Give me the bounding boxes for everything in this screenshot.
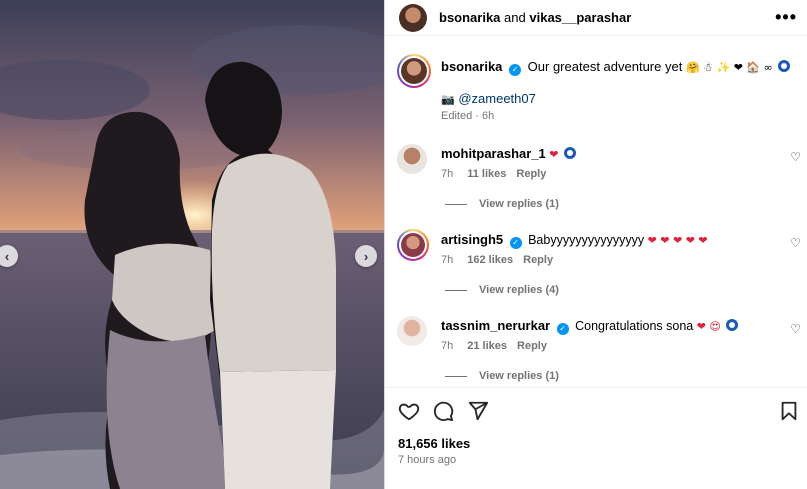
caption-line: bsonarika ✓ Our greatest adventure yet 🤗… <box>441 59 791 76</box>
commenter-avatar[interactable] <box>397 144 427 174</box>
comment-likes[interactable]: 21 likes <box>467 340 507 352</box>
commenter-username[interactable]: tassnim_nerurkar <box>441 318 550 333</box>
comment-text: mohitparashar_1 ❤ <box>441 146 576 161</box>
commenter-avatar[interactable] <box>397 316 427 346</box>
post-dialog: ‹ › bsonarika and vikas__parashar ••• bs… <box>0 0 807 489</box>
caption-username[interactable]: bsonarika <box>441 59 502 74</box>
post-actions: 81,656 likes 7 hours ago <box>385 387 807 489</box>
heart-icon[interactable] <box>398 400 420 422</box>
like-comment-heart-icon[interactable]: ♡ <box>790 150 801 164</box>
post-photo[interactable]: ‹ › <box>0 0 384 489</box>
post-authors: bsonarika and vikas__parashar <box>439 10 631 25</box>
caption-emojis: 🤗 ☃ ✨ ❤ 🏠 ∞ <box>685 61 773 74</box>
evil-eye-icon <box>563 147 576 159</box>
replies-line <box>445 289 467 291</box>
comment-time: 7h <box>441 340 454 352</box>
comment-body: Babyyyyyyyyyyyyyyy <box>528 233 645 247</box>
author-avatar[interactable] <box>399 4 427 32</box>
view-replies-button[interactable]: View replies (1) <box>445 370 559 382</box>
reply-button[interactable]: Reply <box>523 254 553 266</box>
evil-eye-icon <box>726 319 739 331</box>
comment-emojis: ❤ 😍 <box>696 320 721 333</box>
sunset-couple-image <box>0 0 384 489</box>
authors-joiner: and <box>504 10 526 25</box>
caption-credit: 📷 @zameeth07 <box>441 91 536 106</box>
replies-line <box>445 375 467 377</box>
verified-icon: ✓ <box>509 64 522 76</box>
caption-meta: Edited · 6h <box>441 110 495 122</box>
view-replies-button[interactable]: View replies (4) <box>445 284 559 296</box>
comment-time: 7h <box>441 168 454 180</box>
comment-emojis: ❤ <box>549 148 559 161</box>
verified-icon: ✓ <box>509 237 522 249</box>
comment-meta: 7h 162 likes Reply <box>441 254 553 266</box>
comment-time: 7h <box>441 254 454 266</box>
replies-line <box>445 203 467 205</box>
post-timestamp: 7 hours ago <box>398 454 457 466</box>
commenter-username[interactable]: mohitparashar_1 <box>441 146 546 161</box>
post-header: bsonarika and vikas__parashar ••• <box>385 0 807 36</box>
reply-button[interactable]: Reply <box>516 168 546 180</box>
comment-icon[interactable] <box>432 400 454 422</box>
comment-meta: 7h 11 likes Reply <box>441 168 546 180</box>
view-replies-label: View replies (1) <box>479 198 559 210</box>
comment-text: tassnim_nerurkar ✓ Congratulations sona … <box>441 318 739 335</box>
next-photo-button[interactable]: › <box>355 245 377 267</box>
verified-icon: ✓ <box>556 323 569 335</box>
author-username-1[interactable]: bsonarika <box>439 10 500 25</box>
bookmark-icon[interactable] <box>779 400 799 422</box>
mention-link[interactable]: @zameeth07 <box>458 91 536 106</box>
camera-icon: 📷 <box>441 93 455 106</box>
caption-text: Our greatest adventure yet <box>527 59 683 74</box>
post-side-panel: bsonarika and vikas__parashar ••• bsonar… <box>385 0 807 489</box>
like-comment-heart-icon[interactable]: ♡ <box>790 322 801 336</box>
comment-likes[interactable]: 11 likes <box>467 168 506 180</box>
reply-button[interactable]: Reply <box>517 340 547 352</box>
commenter-avatar[interactable] <box>397 229 429 261</box>
share-icon[interactable] <box>467 400 489 422</box>
evil-eye-icon <box>778 60 791 72</box>
comment-emojis: ❤ ❤ ❤ ❤ ❤ <box>647 234 708 247</box>
more-icon[interactable]: ••• <box>775 7 797 28</box>
caption-avatar[interactable] <box>397 54 431 88</box>
likes-count[interactable]: 81,656 likes <box>398 436 470 451</box>
commenter-username[interactable]: artisingh5 <box>441 232 503 247</box>
comment-text: artisingh5 ✓ Babyyyyyyyyyyyyyyy ❤ ❤ ❤ ❤ … <box>441 232 708 249</box>
view-replies-button[interactable]: View replies (1) <box>445 198 559 210</box>
like-comment-heart-icon[interactable]: ♡ <box>790 236 801 250</box>
comment-body: Congratulations sona <box>575 319 694 333</box>
author-username-2[interactable]: vikas__parashar <box>529 10 631 25</box>
view-replies-label: View replies (1) <box>479 370 559 382</box>
view-replies-label: View replies (4) <box>479 284 559 296</box>
comment-likes[interactable]: 162 likes <box>467 254 513 266</box>
comment-meta: 7h 21 likes Reply <box>441 340 547 352</box>
